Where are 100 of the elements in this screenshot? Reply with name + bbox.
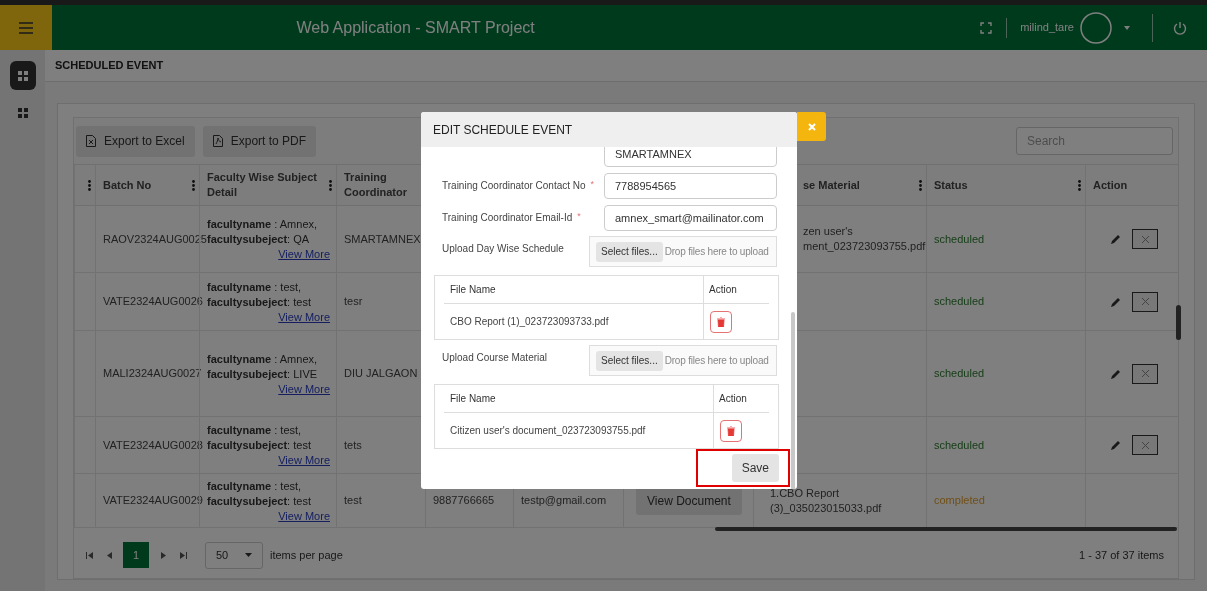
app-title: Web Application - SMART Project (296, 17, 535, 38)
faculty-detail-text: facultyname : Amnex, (207, 217, 319, 232)
column-header[interactable]: Batch No (103, 177, 152, 193)
view-more-link[interactable]: View More (278, 309, 330, 324)
table-cell-text: VATE2324AUG0026 (103, 294, 203, 310)
export-excel-button[interactable]: Export to Excel (76, 125, 195, 157)
menu-icon[interactable] (19, 21, 33, 34)
table-cell-text: 9887766665 (433, 493, 495, 509)
column-menu-icon[interactable] (1078, 179, 1081, 191)
drop-hint-text: Drop files here to upload (664, 354, 769, 368)
column-header[interactable]: se Material (803, 177, 860, 193)
field-label: Training Coordinator Email-Id (442, 211, 573, 225)
page-size-label: items per page (270, 547, 343, 563)
table-cell: zen user's ment_023723093755.pdf (803, 224, 926, 254)
text-field[interactable]: 7788954565 (604, 173, 777, 199)
scrollbar-thumb[interactable] (791, 312, 795, 489)
faculty-detail-text: facultyname : test, (207, 423, 303, 438)
previous-icon (105, 551, 113, 559)
field-label: Upload Course Material (442, 351, 548, 365)
column-menu-icon[interactable] (192, 179, 195, 191)
status-text: scheduled (934, 437, 985, 453)
status-text: scheduled (934, 294, 985, 310)
column-header[interactable]: Action (1093, 177, 1128, 193)
file-upload-field[interactable]: Select files... Drop files here to upload (589, 236, 777, 267)
faculty-detail-text: facultysubeject: test (207, 294, 312, 310)
power-icon[interactable] (1173, 20, 1187, 35)
column-header[interactable]: Training Coordinator (344, 170, 421, 200)
pager-summary: 1 - 37 of 37 items (1079, 547, 1164, 563)
delete-button[interactable] (1132, 291, 1158, 312)
avatar-circle-icon[interactable] (1080, 11, 1112, 44)
table-cell-text: VATE2324AUG0029 (103, 493, 203, 509)
column-header[interactable]: Faculty Wise Subject Detail (207, 170, 329, 200)
view-more-link[interactable]: View More (278, 381, 330, 396)
fullscreen-icon[interactable] (979, 20, 994, 35)
column-menu-icon[interactable] (329, 179, 332, 191)
delete-file-button[interactable] (720, 419, 742, 442)
column-header: File Name (449, 392, 497, 406)
table-cell-text: testp@gmail.com (521, 493, 607, 509)
page-button[interactable]: 1 (123, 542, 149, 568)
grid-icon[interactable] (17, 108, 28, 118)
delete-button[interactable] (1132, 363, 1158, 384)
next-icon (159, 551, 167, 559)
dialog-title: EDIT SCHEDULE EVENT (433, 121, 573, 139)
delete-button[interactable] (1132, 435, 1158, 455)
faculty-detail-text: facultysubeject: LIVE (207, 366, 319, 382)
table-cell-text: RAOV2324AUG0025 (103, 231, 207, 247)
pencil-icon[interactable] (1110, 367, 1122, 380)
close-icon (1141, 370, 1149, 377)
select-files-button[interactable]: Select files... (596, 241, 663, 262)
pencil-icon[interactable] (1110, 295, 1122, 308)
file-name: Citizen user's document_023723093755.pdf (449, 424, 647, 438)
export-pdf-button[interactable]: Export to PDF (202, 125, 317, 157)
faculty-detail-text: facultysubeject: test (207, 438, 312, 453)
table-cell-text: 1.CBO Report (3)_035023015033.pdf (770, 485, 883, 516)
column-header: Action (713, 385, 769, 412)
file-upload-field[interactable]: Select files... Drop files here to upload (589, 345, 777, 376)
page-size-dropdown[interactable]: 50 (205, 541, 263, 569)
column-header: File Name (449, 283, 497, 297)
field-label: Training Coordinator Contact No (442, 179, 586, 193)
text-field[interactable]: amnex_smart@mailinator.com (604, 205, 777, 231)
pencil-icon[interactable] (1110, 233, 1122, 245)
column-menu-icon[interactable] (919, 179, 922, 191)
table-cell-text: tets (344, 437, 362, 453)
caret-icon[interactable] (1124, 25, 1130, 30)
column-menu-icon[interactable] (88, 179, 91, 191)
delete-button[interactable] (1132, 229, 1158, 249)
grid-icon[interactable] (17, 70, 28, 81)
view-more-link[interactable]: View More (278, 247, 330, 261)
view-more-link[interactable]: View More (278, 453, 330, 467)
trash-icon (727, 425, 735, 436)
faculty-detail-text: facultysubeject: test (207, 493, 312, 509)
table-cell-text: SMARTAMNEX (344, 231, 421, 247)
pencil-icon[interactable] (1110, 439, 1122, 451)
file-name: CBO Report (1)_023723093733.pdf (449, 315, 610, 329)
spreadsheet-file-icon (86, 135, 96, 147)
scrollbar-thumb[interactable] (715, 527, 1177, 531)
table-cell-text: DIU JALGAON (344, 366, 418, 382)
first-page-icon (85, 551, 93, 559)
column-header[interactable]: Status (934, 177, 968, 193)
menu-button[interactable] (0, 5, 52, 50)
delete-file-button[interactable] (710, 310, 732, 333)
user-name[interactable]: milind_tare (1020, 19, 1074, 36)
column-header: Action (703, 276, 769, 303)
last-page-icon (179, 551, 187, 559)
page-title: SCHEDULED EVENT (55, 58, 164, 74)
table-cell-text: MALI2324AUG0027 (103, 366, 202, 382)
select-files-button[interactable]: Select files... (596, 350, 663, 371)
save-button[interactable]: Save (731, 454, 779, 482)
status-text: scheduled (934, 231, 985, 247)
dashboard-button[interactable] (9, 61, 36, 90)
status-text: completed (934, 493, 985, 509)
required-mark: * (590, 178, 595, 191)
faculty-detail-text: facultysubeject: QA (207, 232, 311, 247)
close-icon (1141, 441, 1149, 449)
field-label: Upload Day Wise Schedule (442, 242, 564, 256)
pdf-file-icon (212, 135, 223, 147)
view-more-link[interactable]: View More (278, 508, 330, 523)
faculty-detail-text: facultyname : test, (207, 478, 303, 494)
close-icon (1141, 298, 1149, 305)
scrollbar-thumb[interactable] (1176, 305, 1181, 340)
